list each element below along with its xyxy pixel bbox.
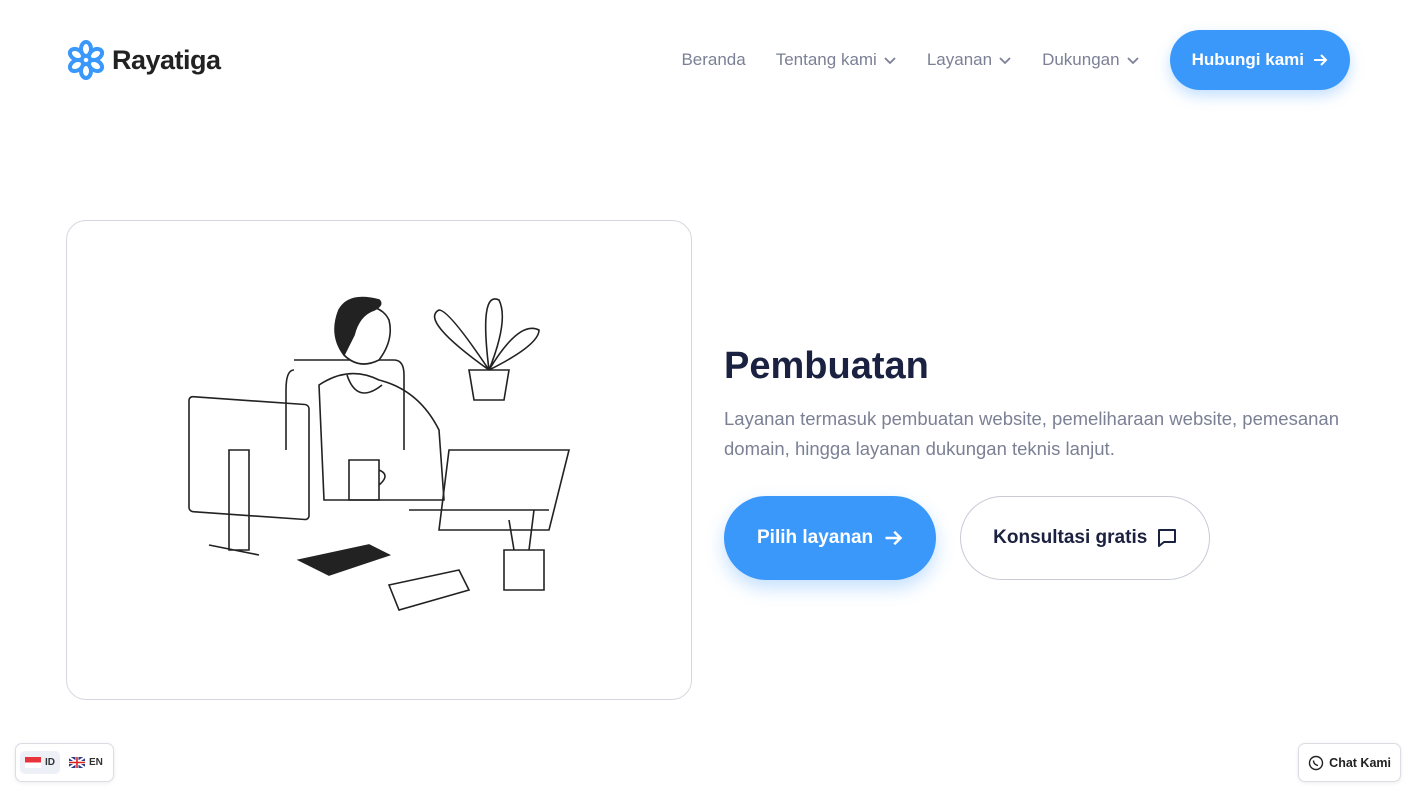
nav-label: Beranda [681,50,746,69]
uk-flag-icon [69,757,85,768]
hero-description: Layanan termasuk pembuatan website, peme… [724,408,1339,459]
nav-dukungan[interactable]: Dukungan [1042,50,1140,70]
nav-label: Tentang kami [775,50,877,69]
lang-id-label: ID [45,757,55,768]
lang-id-button[interactable]: ID [20,751,60,774]
main-nav: Beranda Tentang kami Layanan Dukungan Hu… [681,30,1350,90]
nav-beranda[interactable]: Beranda [681,50,745,70]
hero-section: Pembuatan Layanan termasuk pembuatan web… [724,345,1364,580]
chat-label: Chat Kami [1329,755,1391,770]
illustration-card [66,220,692,700]
free-consultation-button[interactable]: Konsultasi gratis [960,496,1211,580]
hero-title: Pembuatan [724,345,929,387]
arrow-right-icon [885,530,903,546]
brand-name: Rayatiga [112,44,221,75]
nav-label: Dukungan [1042,50,1120,69]
chat-bubble-icon [1158,529,1177,547]
nav-tentang-kami[interactable]: Tentang kami [776,50,897,70]
lang-en-label: EN [89,757,103,768]
contact-button[interactable]: Hubungi kami [1169,30,1350,90]
lang-en-button[interactable]: EN [64,751,108,774]
developer-illustration [188,296,571,611]
nav-label: Layanan [926,50,993,69]
chat-button[interactable]: Chat Kami [1298,743,1401,782]
contact-label: Hubungi kami [1191,50,1304,69]
chevron-down-icon [884,57,896,65]
choose-service-label: Pilih layanan [757,527,874,548]
flower-logo-icon [67,40,105,80]
chevron-down-icon [999,57,1011,65]
whatsapp-icon [1308,755,1324,770]
arrow-right-icon [1314,54,1328,66]
logo[interactable]: Rayatiga [66,40,221,80]
nav-layanan[interactable]: Layanan [927,50,1012,70]
free-consultation-label: Konsultasi gratis [993,527,1148,548]
chevron-down-icon [1126,57,1139,65]
language-switcher: ID EN [15,743,114,782]
indonesia-flag-icon [25,757,41,768]
choose-service-button[interactable]: Pilih layanan [724,496,937,580]
